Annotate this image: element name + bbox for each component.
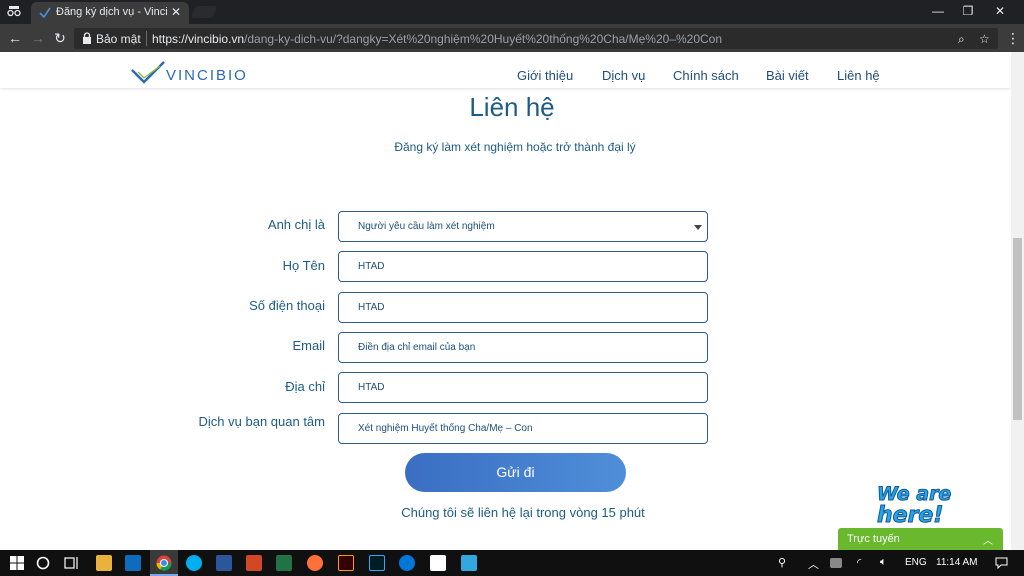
volume-icon[interactable]: 🔈︎ xyxy=(880,556,887,569)
role-label: Anh chị là xyxy=(267,217,325,232)
service-input[interactable]: Xét nghiệm Huyết thống Cha/Mẹ – Con xyxy=(338,413,708,444)
messenger-app-icon[interactable] xyxy=(461,555,477,571)
outlook-icon[interactable] xyxy=(125,555,141,571)
service-input-value: Xét nghiệm Huyết thống Cha/Mẹ – Con xyxy=(358,423,533,434)
excel-icon[interactable] xyxy=(276,555,292,571)
file-explorer-icon[interactable] xyxy=(96,555,112,571)
service-label: Dịch vụ bạn quan tâm xyxy=(198,414,325,429)
page-scrollbar[interactable] xyxy=(1011,52,1024,550)
skype-icon[interactable] xyxy=(186,555,202,571)
name-label: Họ Tên xyxy=(282,258,325,273)
role-select-value: Người yêu cầu làm xét nghiệm xyxy=(358,221,495,232)
we-are-text: We are xyxy=(877,483,951,505)
firefox-icon[interactable] xyxy=(307,555,323,571)
address-bar[interactable]: Bảo mật https://vincibio.vn/dang-ky-dich… xyxy=(74,28,998,49)
windows-taskbar: ⚲ ︿ ◜ 🔈︎ ENG 11:14 AM xyxy=(0,550,1024,576)
site-logo[interactable]: VINCIBIO xyxy=(130,58,250,86)
address-input-value: HTAD xyxy=(358,382,385,393)
page-title: Liên hệ xyxy=(469,92,555,122)
close-window-icon[interactable]: ✕ xyxy=(990,4,1010,18)
edge-icon[interactable] xyxy=(399,555,415,571)
dropdown-caret-icon xyxy=(694,225,702,230)
photoshop-icon[interactable] xyxy=(369,555,385,571)
secure-label: Bảo mật xyxy=(96,32,141,46)
vincibio-favicon-icon xyxy=(39,7,51,19)
forward-arrow-icon[interactable]: → xyxy=(30,30,46,46)
response-note: Chúng tôi sẽ liên hệ lại trong vòng 15 p… xyxy=(401,505,645,520)
zoom-icon[interactable]: ⌕ xyxy=(958,32,965,47)
name-input[interactable]: HTAD xyxy=(338,251,708,282)
here-text: here! xyxy=(877,503,943,526)
email-label: Email xyxy=(292,338,325,353)
submit-button[interactable]: Gửi đi xyxy=(405,453,626,492)
logo-text: VINCIBIO xyxy=(166,67,248,84)
browser-tab[interactable]: Đăng ký dịch vụ - Vincibi ✕ xyxy=(31,2,189,24)
tab-title: Đăng ký dịch vụ - Vincibi xyxy=(56,6,168,18)
site-header: VINCIBIO Giới thiệu Dịch vụ Chính sách B… xyxy=(0,52,1011,88)
close-tab-icon[interactable]: ✕ xyxy=(171,5,181,19)
nav-link-dich-vu[interactable]: Dịch vụ xyxy=(602,68,645,83)
address-input[interactable]: HTAD xyxy=(338,372,708,403)
restore-icon[interactable]: ❐ xyxy=(958,4,978,18)
incognito-icon xyxy=(7,6,21,17)
live-chat-bar[interactable]: Trực tuyến ︿ xyxy=(838,528,1003,550)
scrollbar-thumb[interactable] xyxy=(1013,238,1022,420)
lock-icon xyxy=(83,32,91,44)
chevron-up-icon: ︿ xyxy=(983,536,993,547)
browser-menu-icon[interactable]: ⋮ xyxy=(1006,30,1020,47)
web-page: VINCIBIO Giới thiệu Dịch vụ Chính sách B… xyxy=(0,52,1024,550)
new-tab-button[interactable] xyxy=(190,6,218,18)
url-text[interactable]: https://vincibio.vn/dang-ky-dich-vu/?dan… xyxy=(152,32,722,46)
chrome-icon[interactable] xyxy=(156,555,172,571)
powerpoint-icon[interactable] xyxy=(246,555,262,571)
role-select[interactable]: Người yêu cầu làm xét nghiệm xyxy=(338,211,708,242)
clock[interactable]: 11:14 AM xyxy=(936,557,978,568)
word-icon[interactable] xyxy=(216,555,232,571)
sticky-app-icon[interactable] xyxy=(430,555,446,571)
back-arrow-icon[interactable]: ← xyxy=(7,30,23,46)
nav-link-gioi-thieu[interactable]: Giới thiệu xyxy=(517,68,573,83)
windows-start-icon[interactable] xyxy=(10,556,24,570)
browser-toolbar: ← → ↻ Bảo mật https://vincibio.vn/dang-k… xyxy=(0,24,1024,52)
browser-titlebar: Đăng ký dịch vụ - Vincibi ✕ — ❐ ✕ xyxy=(0,0,1024,24)
task-view-icon[interactable] xyxy=(64,556,80,570)
illustrator-icon[interactable] xyxy=(338,555,354,571)
action-center-icon[interactable] xyxy=(995,557,1008,569)
reload-icon[interactable]: ↻ xyxy=(52,30,68,46)
cortana-icon[interactable] xyxy=(36,556,50,570)
chat-label: Trực tuyến xyxy=(847,533,900,545)
we-are-here-badge[interactable]: We are here! xyxy=(873,480,969,527)
nav-link-bai-viet[interactable]: Bài viết xyxy=(766,68,809,83)
vincibio-logo-icon xyxy=(131,61,165,84)
page-subtitle: Đăng ký làm xét nghiệm hoặc trở thành đạ… xyxy=(394,140,636,154)
bookmark-star-icon[interactable]: ☆ xyxy=(979,32,990,46)
email-input[interactable]: Điền địa chỉ email của bạn xyxy=(338,332,708,363)
nav-link-chinh-sach[interactable]: Chính sách xyxy=(673,68,739,83)
phone-label: Số điện thoại xyxy=(249,298,325,313)
nav-link-lien-he[interactable]: Liên hệ xyxy=(837,68,880,83)
show-hidden-icons-icon[interactable]: ︿ xyxy=(808,556,819,572)
url-divider xyxy=(146,31,147,46)
minimize-icon[interactable]: — xyxy=(928,4,948,18)
language-indicator[interactable]: ENG xyxy=(905,557,927,568)
people-icon[interactable]: ⚲ xyxy=(778,556,786,569)
phone-input-value: HTAD xyxy=(358,302,385,313)
wifi-icon[interactable]: ◜ xyxy=(857,556,861,569)
address-label: Địa chỉ xyxy=(285,379,325,394)
name-input-value: HTAD xyxy=(358,261,385,272)
email-placeholder: Điền địa chỉ email của bạn xyxy=(358,342,476,353)
battery-icon[interactable] xyxy=(830,558,842,568)
phone-input[interactable]: HTAD xyxy=(338,292,708,323)
